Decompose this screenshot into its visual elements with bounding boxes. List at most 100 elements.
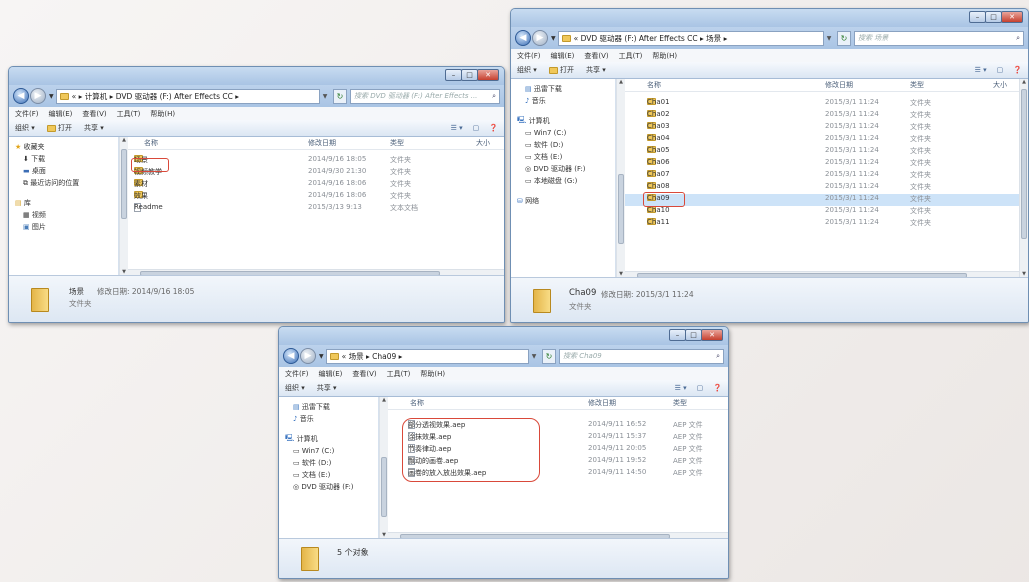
- nav-item-computer[interactable]: 🖳 计算机: [279, 433, 378, 445]
- nav-item-drive-e[interactable]: ▭ 文档 (E:): [279, 469, 378, 481]
- view-options-icon[interactable]: ☰ ▾: [451, 124, 463, 132]
- nav-item-thunder-downloads[interactable]: ▤ 迅雷下载: [279, 401, 378, 413]
- close-button[interactable]: ✕: [1001, 11, 1023, 23]
- nav-item-network[interactable]: ⛁ 网络: [511, 195, 615, 207]
- menu-tools[interactable]: 工具(T): [619, 51, 643, 61]
- refresh-button[interactable]: ↻: [837, 30, 851, 46]
- address-dropdown-icon[interactable]: ▼: [320, 93, 330, 100]
- scroll-thumb[interactable]: [618, 174, 624, 244]
- file-row[interactable]: 视频教学 2014/9/30 21:30 文件夹: [128, 167, 504, 179]
- minimize-button[interactable]: –: [669, 329, 686, 341]
- menu-tools[interactable]: 工具(T): [387, 369, 411, 379]
- close-button[interactable]: ✕: [477, 69, 499, 81]
- menu-file[interactable]: 文件(F): [285, 369, 309, 379]
- menu-edit[interactable]: 编辑(E): [319, 369, 343, 379]
- nav-item-recent[interactable]: ⧉ 最近访问的位置: [9, 177, 118, 189]
- menu-file[interactable]: 文件(F): [15, 109, 39, 119]
- help-icon[interactable]: ❓: [713, 384, 722, 392]
- scroll-up-icon[interactable]: ▲: [617, 79, 625, 87]
- maximize-button[interactable]: □: [985, 11, 1002, 23]
- share-button[interactable]: 共享 ▾: [84, 123, 104, 133]
- nav-item-dvd-drive[interactable]: ◎ DVD 驱动器 (F:): [511, 163, 615, 175]
- back-button[interactable]: ◀: [13, 88, 29, 104]
- nav-item-videos[interactable]: ▦ 视频: [9, 209, 118, 221]
- nav-item-pictures[interactable]: ▣ 图片: [9, 221, 118, 233]
- nav-item-drive-d[interactable]: ▭ 软件 (D:): [511, 139, 615, 151]
- menu-help[interactable]: 帮助(H): [652, 51, 677, 61]
- folder-row[interactable]: Cha05 2015/3/1 11:24 文件夹: [625, 146, 1019, 158]
- folder-row[interactable]: Cha01 2015/3/1 11:24 文件夹: [625, 98, 1019, 110]
- organize-button[interactable]: 组织 ▾: [285, 383, 305, 393]
- nav-item-music[interactable]: ♪ 音乐: [279, 413, 378, 425]
- scroll-thumb[interactable]: [121, 149, 127, 219]
- view-options-icon[interactable]: ☰ ▾: [975, 66, 987, 74]
- menu-edit[interactable]: 编辑(E): [551, 51, 575, 61]
- column-type[interactable]: 类型: [390, 138, 404, 148]
- address-bar[interactable]: « ▸ 计算机 ▸ DVD 驱动器 (F:) After Effects CC …: [55, 88, 320, 104]
- nav-item-favorites[interactable]: ★ 收藏夹: [9, 141, 118, 153]
- menu-view[interactable]: 查看(V): [82, 109, 106, 119]
- address-dropdown-icon[interactable]: ▼: [529, 353, 539, 360]
- column-name[interactable]: 名称: [647, 80, 661, 90]
- folder-row[interactable]: Cha02 2015/3/1 11:24 文件夹: [625, 110, 1019, 122]
- nav-item-drive-e[interactable]: ▭ 文档 (E:): [511, 151, 615, 163]
- preview-pane-icon[interactable]: ▢: [697, 384, 704, 392]
- nav-item-drive-c[interactable]: ▭ Win7 (C:): [279, 445, 378, 457]
- menu-tools[interactable]: 工具(T): [117, 109, 141, 119]
- file-row[interactable]: 场景 2014/9/16 18:05 文件夹: [128, 155, 504, 167]
- nav-scrollbar[interactable]: ▲ ▼: [616, 79, 625, 279]
- nav-item-dvd-drive[interactable]: ◎ DVD 驱动器 (F:): [279, 481, 378, 493]
- help-icon[interactable]: ❓: [1013, 66, 1022, 74]
- nav-item-music[interactable]: ♪ 音乐: [511, 95, 615, 107]
- back-button[interactable]: ◀: [515, 30, 531, 46]
- close-button[interactable]: ✕: [701, 329, 723, 341]
- refresh-button[interactable]: ↻: [333, 88, 347, 104]
- nav-item-libraries[interactable]: ▤ 库: [9, 197, 118, 209]
- organize-button[interactable]: 组织 ▾: [15, 123, 35, 133]
- list-scrollbar[interactable]: ▲ ▼: [1019, 79, 1028, 279]
- search-input[interactable]: 搜索 Cha09 ⌕: [559, 348, 724, 364]
- forward-button[interactable]: ▶: [30, 88, 46, 104]
- nav-scrollbar[interactable]: ▲ ▼: [119, 137, 128, 277]
- nav-item-drive-g[interactable]: ▭ 本地磁盘 (G:): [511, 175, 615, 187]
- folder-row[interactable]: Cha11 2015/3/1 11:24 文件夹: [625, 218, 1019, 230]
- scroll-thumb[interactable]: [381, 457, 387, 517]
- preview-pane-icon[interactable]: ▢: [473, 124, 480, 132]
- title-bar[interactable]: – □ ✕: [511, 9, 1028, 27]
- column-type[interactable]: 类型: [673, 398, 687, 408]
- column-date[interactable]: 修改日期: [308, 138, 336, 148]
- address-bar[interactable]: « 场景 ▸ Cha09 ▸: [325, 348, 529, 364]
- open-button[interactable]: 打开: [548, 65, 574, 75]
- title-bar[interactable]: – □ ✕: [279, 327, 728, 345]
- maximize-button[interactable]: □: [685, 329, 702, 341]
- maximize-button[interactable]: □: [461, 69, 478, 81]
- folder-row[interactable]: Cha04 2015/3/1 11:24 文件夹: [625, 134, 1019, 146]
- folder-row[interactable]: Cha07 2015/3/1 11:24 文件夹: [625, 170, 1019, 182]
- column-type[interactable]: 类型: [910, 80, 924, 90]
- open-button[interactable]: 打开: [46, 123, 72, 133]
- nav-scrollbar[interactable]: ▲ ▼: [379, 397, 388, 540]
- address-dropdown-icon[interactable]: ▼: [824, 35, 834, 42]
- nav-item-downloads[interactable]: ⬇ 下载: [9, 153, 118, 165]
- minimize-button[interactable]: –: [445, 69, 462, 81]
- organize-button[interactable]: 组织 ▾: [517, 65, 537, 75]
- help-icon[interactable]: ❓: [489, 124, 498, 132]
- menu-file[interactable]: 文件(F): [517, 51, 541, 61]
- nav-item-computer[interactable]: 🖳 计算机: [511, 115, 615, 127]
- scroll-up-icon[interactable]: ▲: [120, 137, 128, 145]
- column-size[interactable]: 大小: [476, 138, 490, 148]
- history-dropdown-icon[interactable]: ▼: [319, 353, 324, 360]
- minimize-button[interactable]: –: [969, 11, 986, 23]
- nav-item-drive-c[interactable]: ▭ Win7 (C:): [511, 127, 615, 139]
- menu-help[interactable]: 帮助(H): [150, 109, 175, 119]
- search-input[interactable]: 搜索 场景 ⌕: [854, 30, 1024, 46]
- file-row[interactable]: Readme 2015/3/13 9:13 文本文档: [128, 203, 504, 215]
- column-date[interactable]: 修改日期: [825, 80, 853, 90]
- share-button[interactable]: 共享 ▾: [586, 65, 606, 75]
- folder-row[interactable]: Cha03 2015/3/1 11:24 文件夹: [625, 122, 1019, 134]
- column-name[interactable]: 名称: [144, 138, 158, 148]
- menu-edit[interactable]: 编辑(E): [49, 109, 73, 119]
- menu-view[interactable]: 查看(V): [584, 51, 608, 61]
- forward-button[interactable]: ▶: [532, 30, 548, 46]
- menu-view[interactable]: 查看(V): [352, 369, 376, 379]
